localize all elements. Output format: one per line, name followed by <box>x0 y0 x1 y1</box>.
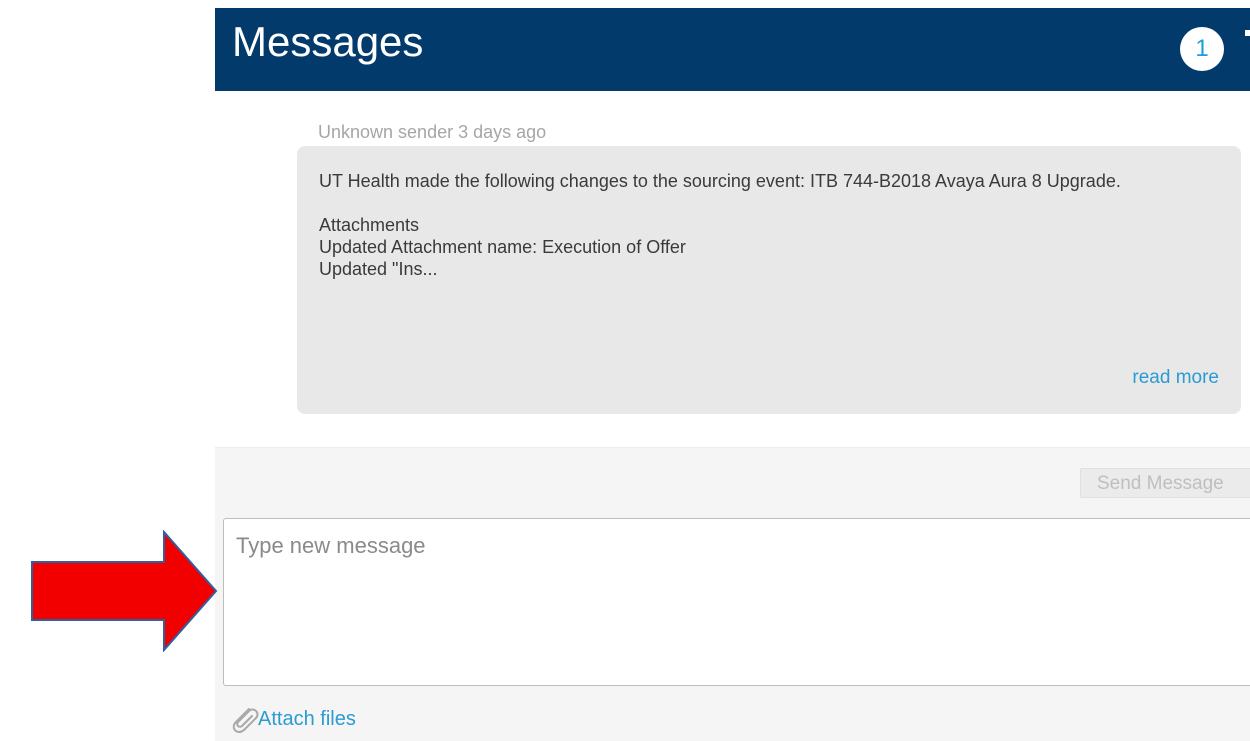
paperclip-icon <box>232 708 259 734</box>
message-thread: Unknown sender 3 days ago UT Health made… <box>215 91 1250 448</box>
unread-count-badge[interactable]: 1 <box>1180 27 1224 71</box>
messages-header: Messages 1 <box>215 8 1250 91</box>
message-bubble: UT Health made the following changes to … <box>297 146 1241 414</box>
message-composer: Send Message Attach files <box>215 448 1250 741</box>
message-text: UT Health made the following changes to … <box>319 171 1121 279</box>
page-title: Messages <box>232 18 424 65</box>
new-message-input[interactable] <box>223 518 1250 686</box>
read-more-link[interactable]: read more <box>1132 366 1219 390</box>
header-overflow-icon[interactable] <box>1245 30 1250 36</box>
attach-files-link[interactable]: Attach files <box>227 704 356 734</box>
send-message-button[interactable]: Send Message <box>1080 468 1250 498</box>
messages-page: Messages 1 Unknown sender 3 days ago UT … <box>0 0 1250 741</box>
attach-files-label: Attach files <box>258 708 356 730</box>
message-sender-timestamp: Unknown sender 3 days ago <box>318 122 547 142</box>
red-arrow-icon <box>31 530 218 652</box>
